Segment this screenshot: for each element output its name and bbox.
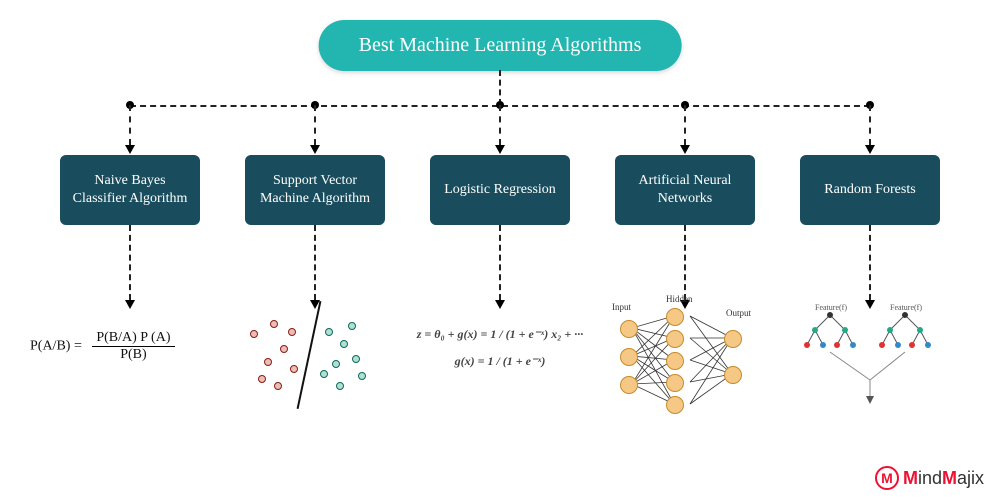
logo-text: MindMajix bbox=[903, 468, 984, 489]
feature-label: Feature(f) bbox=[890, 303, 922, 312]
formula-line: g(x) = 1 / (1 + e⁻ˣ) bbox=[415, 352, 585, 371]
title-badge: Best Machine Learning Algorithms bbox=[319, 20, 682, 71]
forest-svg: Feature(f) Feature(f) bbox=[795, 300, 945, 410]
arrowhead-icon bbox=[495, 300, 505, 309]
connector bbox=[314, 225, 316, 300]
connector bbox=[129, 105, 131, 145]
formula-lhs: P(A/B) = bbox=[30, 339, 82, 354]
connector bbox=[129, 225, 131, 300]
arrowhead-icon bbox=[865, 145, 875, 154]
illustration-logistic-formula: z = θ₀ + g(x) = 1 / (1 + e⁻ˣ) x₂ + ··· g… bbox=[415, 325, 585, 371]
connector bbox=[499, 105, 501, 145]
connector bbox=[869, 225, 871, 300]
logo-icon: M bbox=[875, 466, 899, 490]
brand-logo: M MindMajix bbox=[875, 466, 984, 490]
node-random-forests: Random Forests bbox=[800, 155, 940, 225]
fraction: P(B/A) P (A) P(B) bbox=[92, 330, 174, 363]
formula-numerator: P(B/A) P (A) bbox=[92, 330, 174, 346]
arrowhead-icon bbox=[125, 145, 135, 154]
node-ann: Artificial Neural Networks bbox=[615, 155, 755, 225]
illustration-svm-scatter bbox=[240, 310, 390, 400]
illustration-neural-network: Input Hidden Output bbox=[608, 300, 768, 420]
node-svm: Support Vector Machine Algorithm bbox=[245, 155, 385, 225]
connector bbox=[869, 105, 871, 145]
diagram-canvas: Best Machine Learning Algorithms Naive B… bbox=[0, 0, 1000, 500]
arrowhead-icon bbox=[310, 145, 320, 154]
arrowhead-icon bbox=[495, 145, 505, 154]
node-naive-bayes: Naive Bayes Classifier Algorithm bbox=[60, 155, 200, 225]
connector bbox=[684, 225, 686, 300]
formula-line: z = θ₀ + g(x) = 1 / (1 + e⁻ˣ) x₂ + ··· bbox=[415, 325, 585, 344]
separating-line bbox=[297, 301, 322, 409]
node-logistic: Logistic Regression bbox=[430, 155, 570, 225]
formula-denominator: P(B) bbox=[116, 347, 150, 363]
connector bbox=[684, 105, 686, 145]
connector bbox=[314, 105, 316, 145]
connector bbox=[499, 225, 501, 300]
arrowhead-icon bbox=[125, 300, 135, 309]
connector bbox=[499, 70, 501, 105]
arrowhead-icon bbox=[680, 145, 690, 154]
illustration-random-forest: Feature(f) Feature(f) bbox=[795, 300, 945, 410]
feature-label: Feature(f) bbox=[815, 303, 847, 312]
illustration-bayes-formula: P(A/B) = P(B/A) P (A) P(B) bbox=[30, 330, 175, 363]
